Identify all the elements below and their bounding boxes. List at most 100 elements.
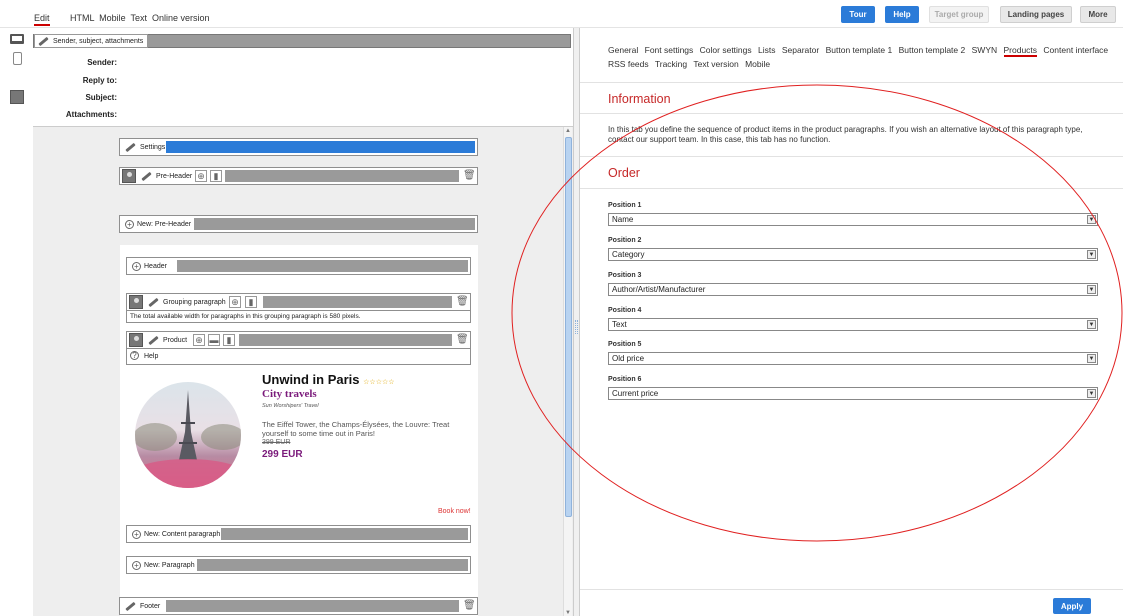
newsletter-editor: Settings Pre-Header ⊕ ▮ 🗑 + New: Pre-Hea… (33, 126, 573, 616)
avatar-icon (129, 333, 143, 347)
help-label: Help (143, 353, 159, 360)
settings-panel: General Font settings Color settings Lis… (511, 28, 1123, 616)
help-button[interactable]: Help (885, 6, 919, 23)
apply-button[interactable]: Apply (1053, 598, 1091, 614)
tab-edit[interactable]: Edit (34, 13, 50, 26)
grouping-paragraph-block[interactable]: Grouping paragraph ⊕ ▮ 🗑 (126, 293, 471, 311)
sender-subject-panel: Sender, subject, attachments Sender: Rep… (33, 34, 573, 124)
highlight-ellipse (511, 84, 1123, 542)
copy-icon[interactable]: ▮ (223, 334, 235, 346)
pencil-icon (148, 335, 159, 345)
tab-color-settings[interactable]: Color settings (700, 45, 752, 55)
add-icon: + (132, 529, 141, 539)
trash-icon[interactable]: 🗑 (456, 334, 469, 346)
product-description: The Eiffel Tower, the Champs-Élysées, th… (262, 420, 450, 438)
trash-icon[interactable]: 🗑 (463, 600, 476, 612)
new-paragraph-block[interactable]: + New: Paragraph (126, 556, 471, 574)
view-tabs[interactable]: HTML Mobile Text Online version (70, 13, 210, 23)
trash-icon[interactable]: 🗑 (456, 296, 469, 308)
product-block[interactable]: Product ⊕ ▬ ▮ 🗑 (126, 331, 471, 349)
rating-stars-icon: ☆☆☆☆☆ (363, 379, 395, 386)
product-label: Product (163, 336, 188, 344)
save-icon[interactable]: ▬ (208, 334, 220, 346)
product-title-text: Unwind in Paris (262, 372, 360, 387)
desktop-view-icon[interactable] (10, 34, 24, 44)
scroll-down-icon[interactable]: ▼ (565, 610, 571, 616)
move-icon[interactable]: ⊕ (193, 334, 205, 346)
tab-content-interface[interactable]: Content interface (1043, 45, 1108, 55)
new-content-paragraph-block[interactable]: + New: Content paragraph (126, 525, 471, 543)
trash-icon[interactable]: 🗑 (463, 170, 476, 182)
tab-mobile[interactable]: Mobile (745, 59, 770, 69)
landing-pages-button[interactable]: Landing pages (1000, 6, 1072, 23)
pencil-icon (125, 142, 136, 152)
avatar-icon (129, 295, 143, 309)
settings-block[interactable]: Settings (119, 138, 478, 156)
tab-separator[interactable]: Separator (782, 45, 819, 55)
copy-icon[interactable]: ▮ (210, 170, 222, 182)
book-now-link[interactable]: Book now! (438, 508, 471, 515)
footer-block[interactable]: Footer 🗑 (119, 597, 478, 615)
new-paragraph-chip[interactable]: + New: Paragraph (129, 559, 198, 571)
add-icon: + (132, 560, 141, 570)
new-pre-header-block[interactable]: + New: Pre-Header (119, 215, 478, 233)
tab-products[interactable]: Products (1003, 45, 1038, 57)
tab-text-version[interactable]: Text version (693, 59, 738, 69)
pre-header-block[interactable]: Pre-Header ⊕ ▮ 🗑 (119, 167, 478, 185)
pre-header-label: Pre-Header (156, 172, 193, 180)
grouping-note: The total available width for paragraphs… (126, 311, 471, 323)
header-block[interactable]: + Header (126, 257, 471, 275)
footer-label: Footer (140, 602, 161, 610)
subject-label: Subject: (85, 93, 117, 102)
new-content-paragraph-chip[interactable]: + New: Content paragraph (129, 528, 223, 540)
tab-lists[interactable]: Lists (758, 45, 775, 55)
annotation-ellipse (511, 84, 1123, 542)
header-chip[interactable]: + Header (129, 260, 170, 272)
top-toolbar: Edit HTML Mobile Text Online version Tou… (0, 0, 1123, 28)
avatar-icon (122, 169, 136, 183)
copy-icon[interactable]: ▮ (245, 296, 257, 308)
tab-button-template-2[interactable]: Button template 2 (899, 45, 966, 55)
pencil-icon (148, 297, 159, 307)
new-content-paragraph-label: New: Content paragraph (144, 530, 221, 538)
eiffel-tower-image (135, 382, 241, 488)
settings-label: Settings (140, 143, 166, 151)
pencil-icon (38, 36, 49, 46)
footer-chip[interactable]: Footer (122, 600, 163, 612)
divider (580, 589, 1123, 590)
help-icon: ? (130, 351, 139, 360)
sender-subject-attachments-tab[interactable]: Sender, subject, attachments (34, 34, 149, 48)
grouping-paragraph-chip[interactable]: Grouping paragraph (145, 296, 229, 308)
tab-rss-feeds[interactable]: RSS feeds (608, 59, 649, 69)
pencil-icon (125, 601, 136, 611)
new-pre-header-chip[interactable]: + New: Pre-Header (122, 218, 194, 230)
mobile-view-icon[interactable] (13, 52, 22, 65)
product-brand: Sun Worshipers' Travel (262, 403, 319, 409)
pre-header-chip[interactable]: Pre-Header (138, 170, 195, 182)
tour-button[interactable]: Tour (841, 6, 875, 23)
move-icon[interactable]: ⊕ (195, 170, 207, 182)
product-help-row[interactable]: ? Help (126, 349, 471, 365)
move-icon[interactable]: ⊕ (229, 296, 241, 308)
settings-chip[interactable]: Settings (122, 141, 168, 153)
target-group-button[interactable]: Target group (929, 6, 989, 23)
attachments-label: Attachments: (65, 110, 117, 119)
product-title[interactable]: Unwind in Paris ☆☆☆☆☆ (262, 372, 395, 387)
more-button[interactable]: More (1080, 6, 1116, 23)
header-label: Header (144, 262, 167, 270)
product-chip[interactable]: Product (145, 334, 190, 346)
product-price: 299 EUR (262, 449, 303, 460)
add-icon: + (132, 261, 141, 271)
product-category: City travels (262, 388, 317, 400)
tab-general[interactable]: General (608, 45, 638, 55)
new-paragraph-label: New: Paragraph (144, 561, 195, 569)
product-old-price: 399 EUR (262, 439, 291, 446)
tab-swyn[interactable]: SWYN (972, 45, 998, 55)
tab-font-settings[interactable]: Font settings (645, 45, 694, 55)
add-icon: + (125, 219, 134, 229)
tab-button-template-1[interactable]: Button template 1 (826, 45, 893, 55)
pencil-icon (141, 171, 152, 181)
reply-to-label: Reply to: (82, 76, 117, 85)
tab-tracking[interactable]: Tracking (655, 59, 687, 69)
new-pre-header-label: New: Pre-Header (137, 220, 192, 228)
